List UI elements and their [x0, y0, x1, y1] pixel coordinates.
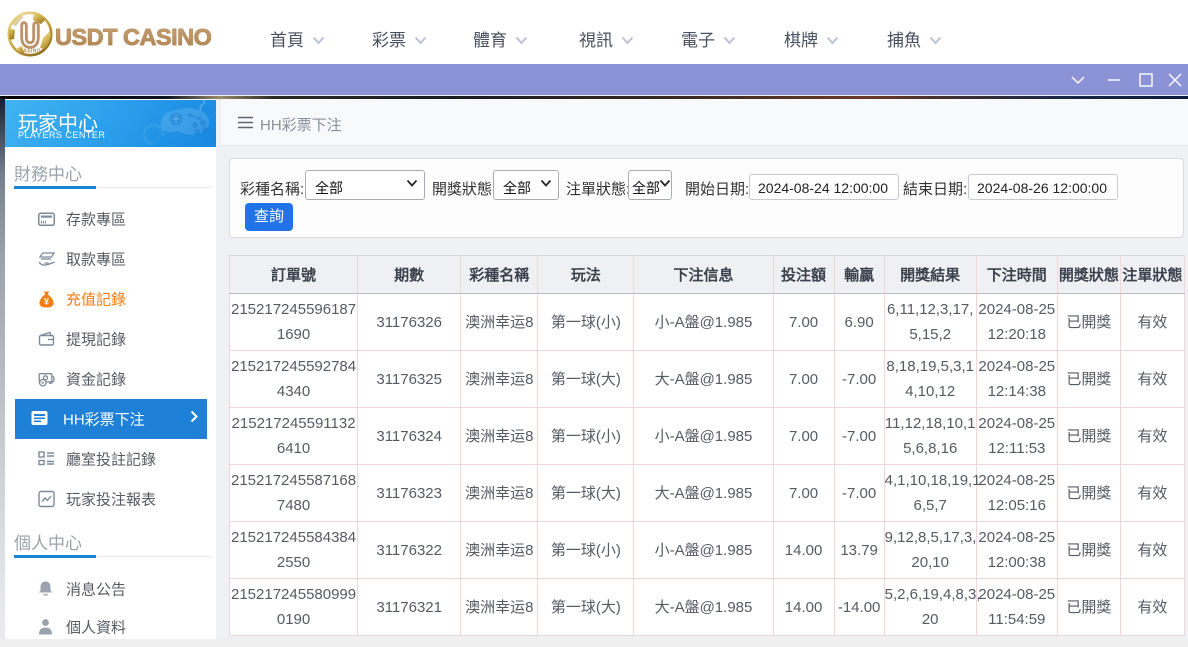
- svg-text:¥: ¥: [44, 297, 49, 307]
- svg-text:CASINO: CASINO: [19, 49, 41, 55]
